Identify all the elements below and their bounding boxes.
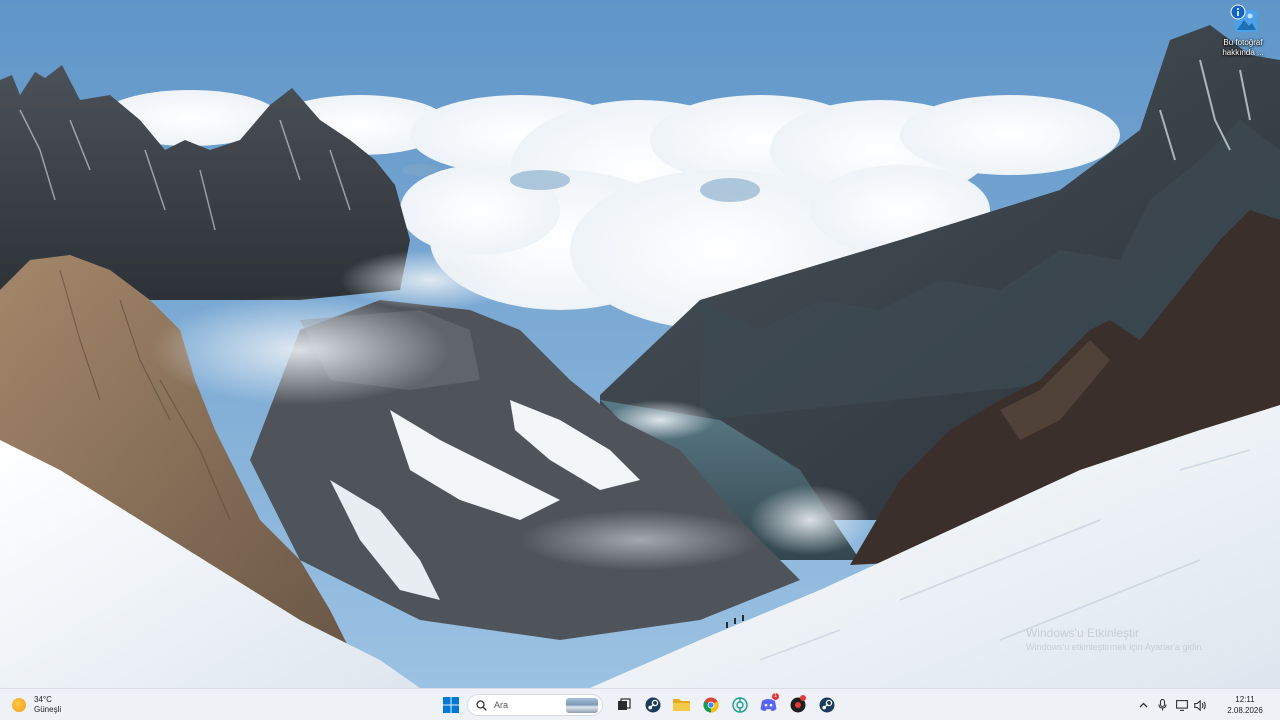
info-photo-icon	[1227, 4, 1259, 36]
discord-icon	[760, 699, 777, 711]
chrome-icon	[703, 697, 718, 713]
speaker-icon	[1194, 699, 1206, 711]
activation-watermark: Windows'u Etkinleştir Windows'u etkinleş…	[1026, 626, 1204, 654]
search-placeholder: Ara	[494, 700, 509, 710]
weather-condition: Güneşli	[34, 705, 62, 714]
taskbar-center: Ara 1	[436, 689, 841, 720]
clock-date: 2.08.2026	[1227, 706, 1263, 715]
taskbar-app-chrome[interactable]	[696, 689, 725, 720]
taskbar-app-steam-2[interactable]	[812, 689, 841, 720]
steam-icon	[645, 697, 660, 713]
taskbar-search-box[interactable]: Ara	[467, 694, 603, 716]
search-icon	[476, 699, 487, 711]
taskbar-app-chatgpt[interactable]	[725, 689, 754, 720]
desktop-icon-label: Bu fotoğraf hakkında ...	[1222, 38, 1264, 57]
activation-title: Windows'u Etkinleştir	[1026, 626, 1139, 640]
desktop-icon-about-photo[interactable]: Bu fotoğraf hakkında ...	[1212, 4, 1274, 64]
weather-widget[interactable]: 34°C Güneşli	[12, 693, 61, 717]
start-button[interactable]	[436, 689, 465, 720]
taskbar-app-task-view[interactable]	[609, 689, 638, 720]
weather-temperature: 34°C	[34, 695, 52, 704]
volume-button[interactable]	[1191, 689, 1210, 720]
microphone-button[interactable]	[1153, 689, 1172, 720]
task-view-icon	[617, 698, 631, 710]
microphone-icon	[1158, 699, 1167, 711]
windows-start-icon	[442, 697, 459, 713]
discord-notification-badge: 1	[772, 693, 779, 700]
system-tray: 12:11 2.08.2026	[1134, 689, 1280, 720]
clock-time: 12:11	[1235, 695, 1255, 704]
activation-subtitle: Windows'u etkinleştirmek için Ayarlar'a …	[1026, 642, 1204, 652]
search-highlight-image	[566, 698, 598, 713]
chatgpt-icon	[731, 697, 748, 713]
taskbar: 34°C Güneşli Ara 1 12:11 2.08.2026	[0, 688, 1280, 720]
folder-icon	[673, 699, 690, 711]
taskbar-app-discord[interactable]: 1	[754, 689, 783, 720]
steam-icon	[819, 697, 834, 713]
desktop-wallpaper	[0, 0, 1280, 688]
show-hidden-icons-button[interactable]	[1134, 689, 1153, 720]
weather-text: 34°C Güneşli	[34, 695, 61, 715]
taskbar-app-record[interactable]	[783, 689, 812, 720]
chevron-up-icon	[1139, 702, 1148, 708]
taskbar-app-steam[interactable]	[638, 689, 667, 720]
sun-icon	[12, 698, 26, 712]
record-status-dot	[800, 695, 806, 701]
display-icon	[1175, 699, 1188, 711]
clock[interactable]: 12:11 2.08.2026	[1214, 694, 1276, 716]
display-button[interactable]	[1172, 689, 1191, 720]
taskbar-app-file-explorer[interactable]	[667, 689, 696, 720]
